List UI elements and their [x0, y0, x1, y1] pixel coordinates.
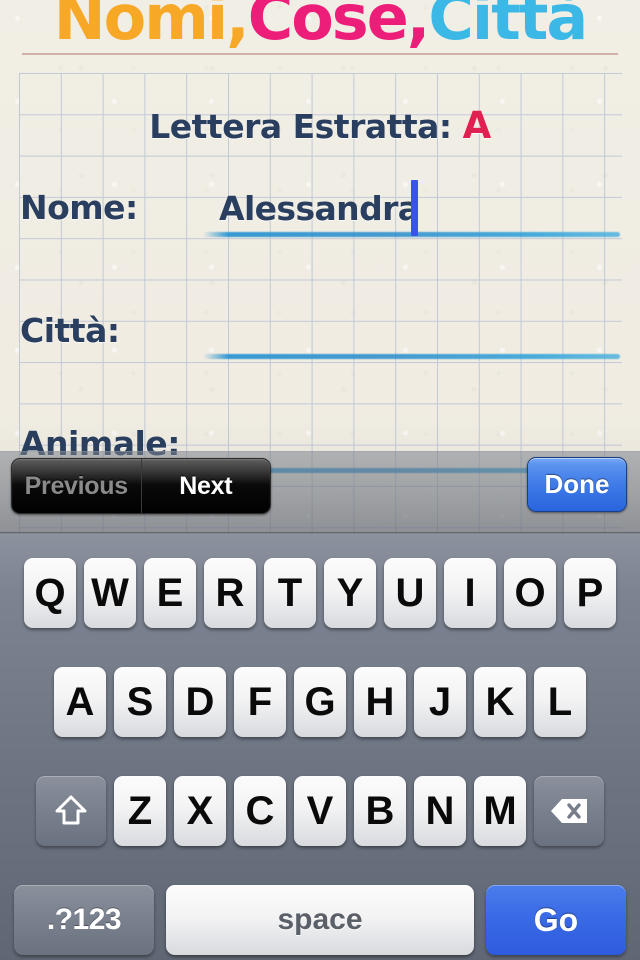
input-nome[interactable]: Alessandra: [219, 189, 420, 228]
key-b[interactable]: B: [354, 776, 406, 846]
backspace-key[interactable]: [534, 776, 604, 846]
app-screen: Nomi,Cose,Città Lettera Estratta: A Nome…: [0, 0, 640, 960]
title-part-cose: Cose,: [247, 0, 431, 54]
key-o[interactable]: O: [504, 558, 556, 628]
key-v[interactable]: V: [294, 776, 346, 846]
drawn-letter-row: Lettera Estratta: A: [0, 104, 640, 147]
on-screen-keyboard: QWERTYUIOP ASDFGHJKL ZXCVBNM .?123 space…: [0, 533, 640, 960]
title-part-citta: Città: [428, 0, 588, 54]
key-s[interactable]: S: [114, 667, 166, 737]
numeric-mode-key[interactable]: .?123: [14, 885, 154, 955]
prev-next-segmented-control[interactable]: Previous Next: [11, 458, 271, 514]
key-t[interactable]: T: [264, 558, 316, 628]
drawn-letter-label: Lettera Estratta:: [149, 107, 452, 146]
next-field-button[interactable]: Next: [142, 459, 271, 513]
go-key[interactable]: Go: [486, 885, 626, 955]
key-r[interactable]: R: [204, 558, 256, 628]
space-key[interactable]: space: [166, 885, 474, 955]
key-n[interactable]: N: [414, 776, 466, 846]
key-m[interactable]: M: [474, 776, 526, 846]
underline-citta: [203, 354, 620, 359]
label-citta: Città:: [20, 311, 120, 350]
key-p[interactable]: P: [564, 558, 616, 628]
keyboard-row-4: .?123 space Go: [0, 885, 640, 955]
key-y[interactable]: Y: [324, 558, 376, 628]
shift-arrow-icon: [54, 794, 88, 828]
key-e[interactable]: E: [144, 558, 196, 628]
key-x[interactable]: X: [174, 776, 226, 846]
drawn-letter-value: A: [462, 104, 492, 147]
key-g[interactable]: G: [294, 667, 346, 737]
key-f[interactable]: F: [234, 667, 286, 737]
keyboard-row-2: ASDFGHJKL: [0, 667, 640, 737]
keyboard-row-3: ZXCVBNM: [0, 776, 640, 846]
key-d[interactable]: D: [174, 667, 226, 737]
key-h[interactable]: H: [354, 667, 406, 737]
backspace-icon: [549, 797, 589, 825]
app-title: Nomi,Cose,Città: [0, 0, 640, 56]
key-q[interactable]: Q: [24, 558, 76, 628]
key-j[interactable]: J: [414, 667, 466, 737]
key-k[interactable]: K: [474, 667, 526, 737]
text-caret: [411, 180, 418, 236]
keyboard-row-3-letters: ZXCVBNM: [114, 776, 526, 846]
shift-key[interactable]: [36, 776, 106, 846]
key-z[interactable]: Z: [114, 776, 166, 846]
key-w[interactable]: W: [84, 558, 136, 628]
label-nome: Nome:: [20, 188, 138, 227]
title-part-nomi: Nomi,: [53, 0, 250, 54]
keyboard-row-1: QWERTYUIOP: [0, 558, 640, 628]
previous-field-button[interactable]: Previous: [12, 459, 142, 513]
done-button[interactable]: Done: [527, 457, 627, 512]
key-a[interactable]: A: [54, 667, 106, 737]
key-u[interactable]: U: [384, 558, 436, 628]
title-divider: [22, 53, 618, 55]
key-l[interactable]: L: [534, 667, 586, 737]
key-i[interactable]: I: [444, 558, 496, 628]
key-c[interactable]: C: [234, 776, 286, 846]
